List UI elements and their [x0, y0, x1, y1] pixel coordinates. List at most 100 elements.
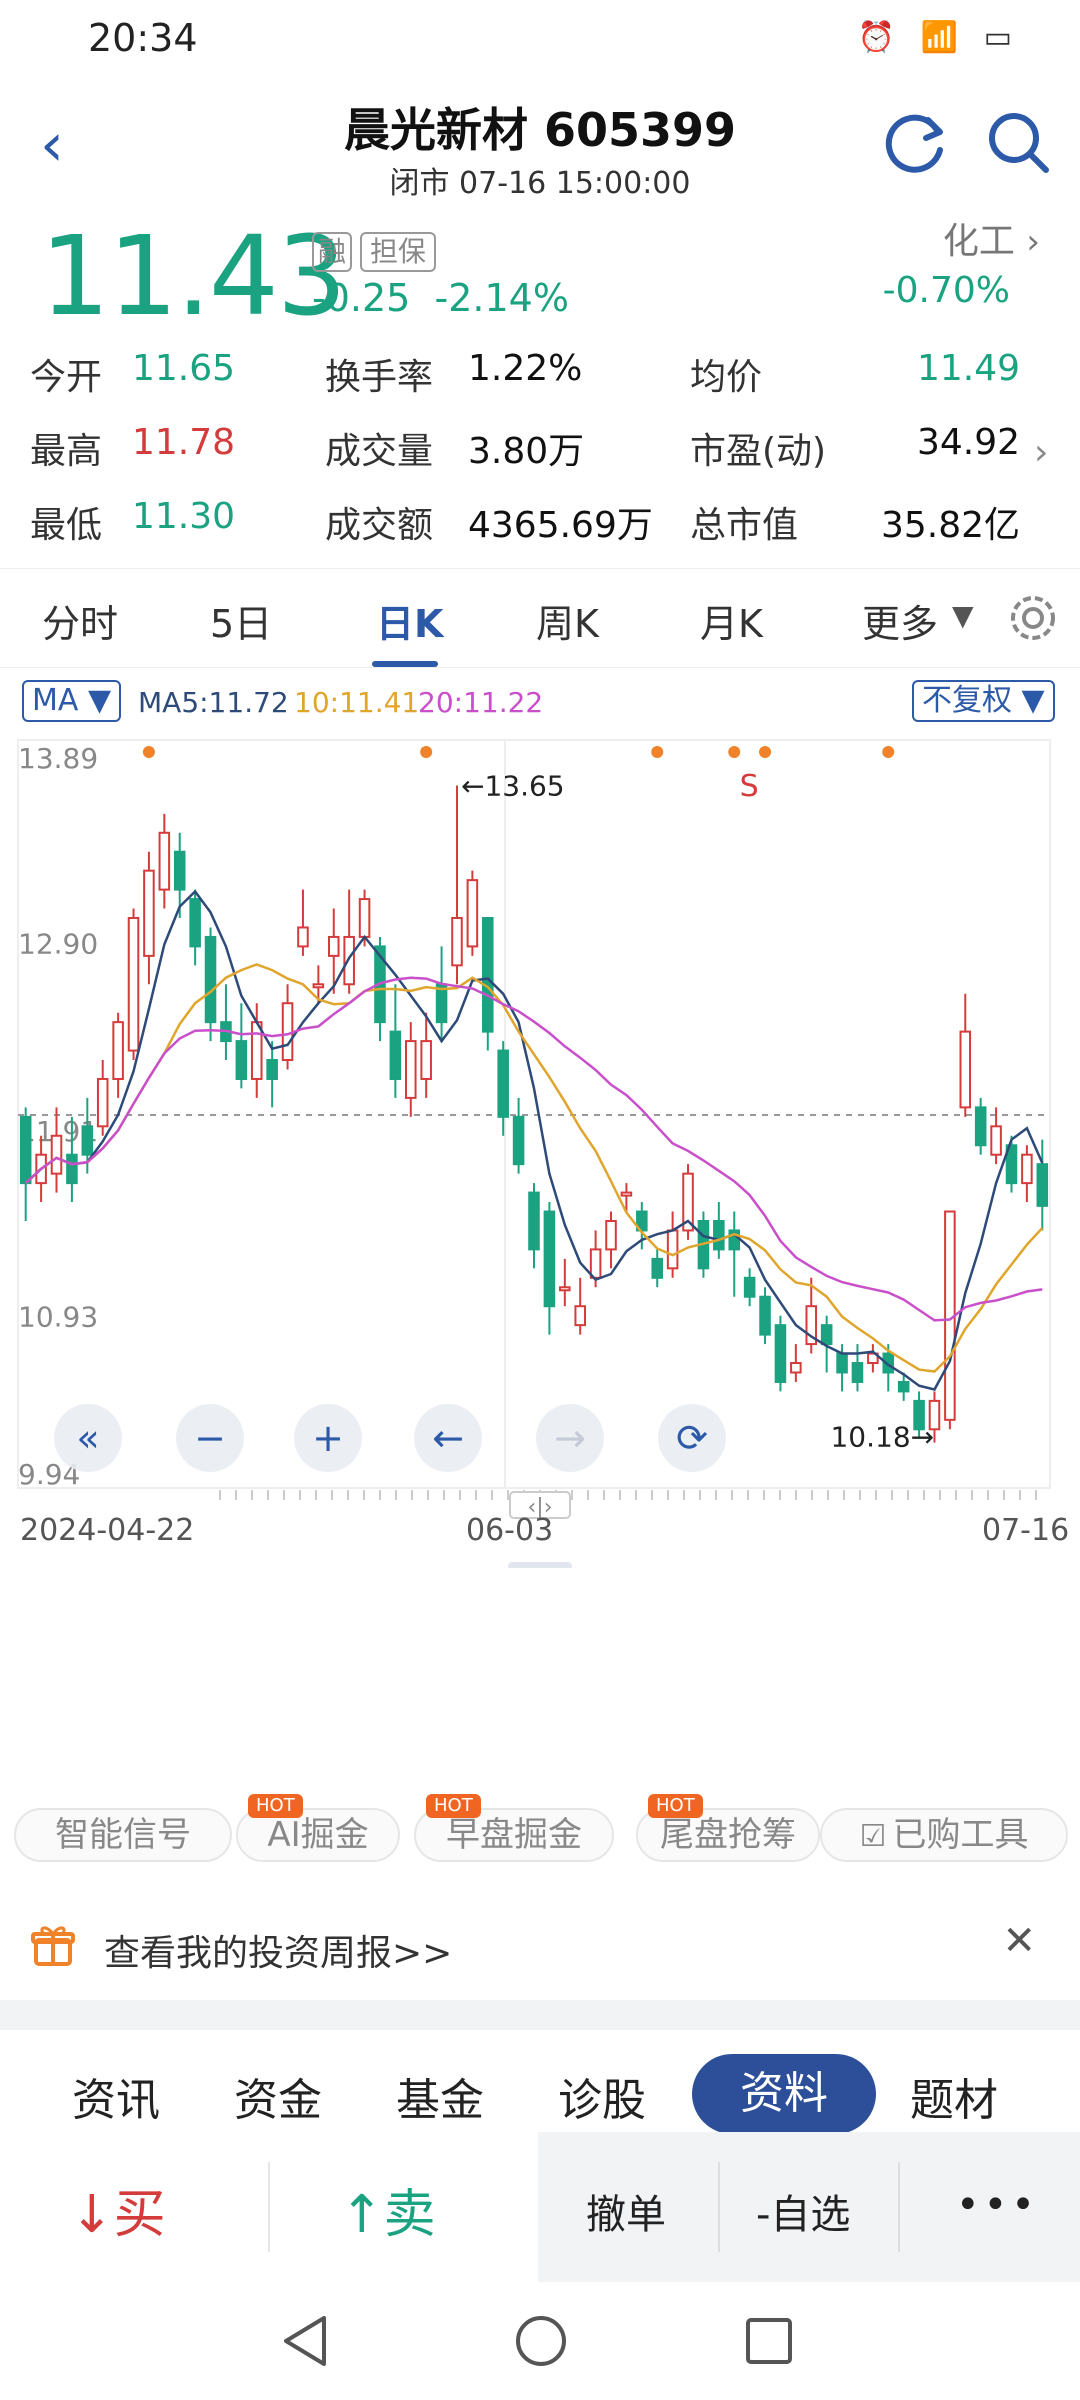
signal-dot — [759, 746, 772, 758]
stat-value: 11.49 — [916, 348, 1020, 389]
search-icon[interactable] — [984, 108, 1054, 178]
industry-change: -0.70% — [882, 270, 1010, 311]
stat-label: 最高 — [30, 431, 103, 472]
stat-value: 3.80万 — [468, 431, 585, 472]
candle — [959, 993, 972, 1117]
arrow-up-icon: ↑ — [340, 2185, 384, 2245]
period-tab[interactable]: 更多 — [862, 593, 938, 648]
candle — [297, 889, 309, 956]
date-mid: 06-03 — [466, 1513, 553, 1548]
candle — [851, 1344, 864, 1392]
more-button[interactable]: ••• — [956, 2182, 1039, 2228]
chevron-right-icon[interactable]: › — [1034, 432, 1048, 473]
status-icons: ⏰ 📶 ▭ — [858, 20, 1020, 55]
candle — [127, 908, 140, 1061]
high-price-label: ←13.65 — [461, 769, 565, 802]
status-bar: 20:34 ⏰ 📶 ▭ — [0, 0, 1080, 80]
svg-text:+: + — [312, 1416, 344, 1460]
status-time: 20:34 — [88, 16, 198, 60]
pill-label: AI掘金 — [267, 1815, 369, 1855]
svg-text:→: → — [554, 1416, 586, 1460]
period-tab[interactable]: 分时 — [42, 593, 118, 648]
arrow-left-icon[interactable]: ← — [414, 1404, 482, 1472]
ma-select[interactable]: MA ▼ — [22, 680, 122, 722]
stat-label: 成交量 — [325, 431, 434, 472]
candle — [728, 1211, 741, 1297]
candle — [204, 927, 217, 1042]
arrow-right-icon[interactable]: → — [536, 1404, 604, 1472]
arrow-down-icon: ↓ — [70, 2185, 114, 2245]
zoom-out-icon[interactable]: − — [176, 1404, 244, 1472]
pane-divider-handle[interactable] — [508, 1562, 572, 1568]
candle — [790, 1344, 802, 1382]
date-start: 2024-04-22 — [20, 1513, 194, 1548]
nav-back-icon[interactable] — [280, 2314, 330, 2368]
period-tabs: 分时 5日 日K 周K 月K 更多 ▼ — [0, 568, 1080, 668]
feature-pill[interactable]: 智能信号 — [14, 1808, 232, 1862]
info-tab[interactable]: 资金 — [234, 2064, 322, 2128]
refresh-icon[interactable] — [880, 108, 950, 178]
settings-gear-icon[interactable] — [1006, 591, 1060, 645]
feature-pill[interactable]: HOT 尾盘抢筹 — [636, 1794, 820, 1862]
pill-label: 尾盘抢筹 — [660, 1815, 796, 1855]
info-tab[interactable]: 资讯 — [72, 2064, 160, 2128]
ma10-label: 10:11.41 — [294, 686, 420, 719]
order-actions: 撤单 -自选 ••• — [538, 2132, 1080, 2282]
candle — [743, 1268, 756, 1307]
period-tab[interactable]: 月K — [700, 593, 763, 648]
rotate-icon[interactable]: ⟳ — [658, 1404, 726, 1472]
candle — [651, 1249, 663, 1288]
system-nav — [0, 2282, 1080, 2400]
industry-link[interactable]: 化工 › — [943, 212, 1040, 264]
info-tab[interactable]: 诊股 — [558, 2064, 646, 2128]
signal-dot — [882, 746, 895, 758]
feature-pill[interactable]: HOT AI掘金 — [236, 1794, 400, 1862]
pill-label: 智能信号 — [55, 1815, 191, 1855]
period-tab[interactable]: 周K — [536, 593, 599, 648]
candle — [96, 1060, 109, 1136]
info-tab[interactable]: 题材 — [910, 2064, 998, 2128]
cancel-order-button[interactable]: 撤单 — [586, 2182, 666, 2240]
ma20-label: 20:11.22 — [418, 686, 544, 719]
report-banner[interactable]: 查看我的投资周报>> ✕ — [0, 1890, 1080, 2000]
buy-button[interactable]: ↓买 — [70, 2172, 166, 2247]
candle — [466, 870, 479, 956]
candle — [543, 1202, 556, 1335]
change-percent: -2.14% — [434, 276, 569, 320]
candle — [1021, 1145, 1033, 1203]
candle — [867, 1344, 879, 1373]
stat-value: 34.92 — [916, 422, 1020, 463]
feature-pill[interactable]: ☑ 已购工具 — [820, 1808, 1068, 1862]
zoom-in-icon[interactable]: + — [294, 1404, 362, 1472]
stat-label: 成交额 — [325, 505, 434, 546]
candle — [281, 984, 294, 1070]
current-price: 11.43 — [40, 212, 347, 340]
period-tab[interactable]: 5日 — [210, 593, 272, 648]
ma5-line — [24, 889, 1044, 1391]
watchlist-button[interactable]: -自选 — [756, 2182, 850, 2240]
feature-pill[interactable]: HOT 早盘掘金 — [414, 1794, 614, 1862]
adjust-select[interactable]: 不复权 ▼ — [912, 680, 1055, 722]
info-tab[interactable]: 基金 — [396, 2064, 484, 2128]
industry-name: 化工 — [942, 221, 1015, 262]
candle — [389, 984, 402, 1098]
candle — [528, 1183, 540, 1269]
nav-home-icon[interactable] — [514, 2314, 568, 2368]
low-price-label: 10.18→ — [830, 1421, 934, 1454]
checkbox-icon: ☑ — [859, 1819, 887, 1854]
svg-text:−: − — [194, 1416, 226, 1460]
close-icon[interactable]: ✕ — [1002, 1918, 1036, 1964]
double-left-icon[interactable]: « — [54, 1404, 122, 1472]
svg-text:⟳: ⟳ — [676, 1416, 708, 1460]
nav-recents-icon[interactable] — [744, 2316, 794, 2366]
candle — [713, 1202, 725, 1259]
kline-chart: MA ▼ MA5:11.72 10:11.41 20:11.22 不复权 ▼ 1… — [0, 668, 1080, 1568]
signal-s-label: S — [740, 769, 759, 804]
candle — [266, 1041, 278, 1108]
candle — [405, 1022, 417, 1117]
kline-canvas[interactable]: 13.8912.9011.9110.939.94←13.6510.18→S« − +… — [0, 728, 1080, 1568]
sell-button[interactable]: ↑卖 — [340, 2172, 436, 2247]
date-end: 07-16 — [982, 1513, 1069, 1548]
info-tab[interactable]: 资料 — [692, 2054, 876, 2134]
period-tab[interactable]: 日K — [376, 593, 443, 648]
